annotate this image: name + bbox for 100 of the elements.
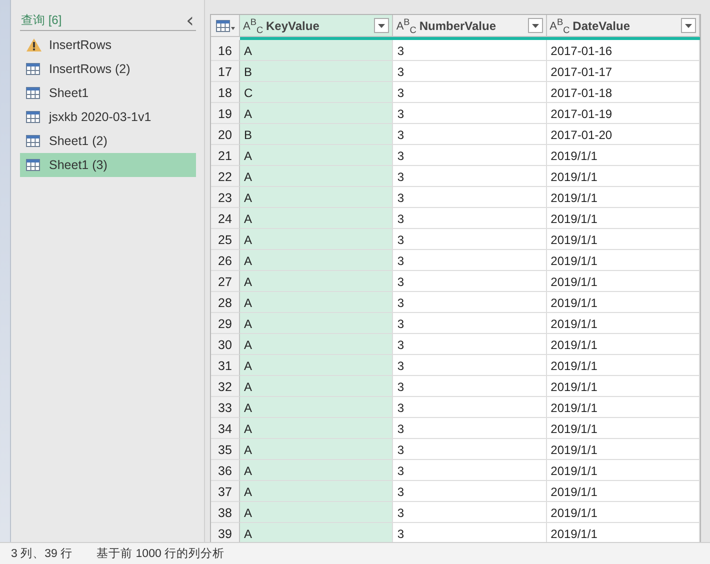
table-cell: 2019/1/1 [546, 145, 700, 166]
status-text: 基于前 1000 行的列分析 [96, 546, 225, 561]
column-header[interactable]: A$^{B}$$_{C}$ KeyValue [240, 15, 394, 37]
table-cell: A [240, 250, 394, 271]
row-number: 31 [211, 355, 240, 376]
row-number: 21 [211, 145, 240, 166]
table-cell: A [240, 355, 394, 376]
query-item[interactable]: InsertRows [20, 33, 196, 57]
table-menu-button[interactable] [211, 15, 240, 37]
filter-dropdown-button[interactable] [680, 18, 696, 33]
row-number: 36 [211, 460, 240, 481]
table-cell: 3 [393, 208, 547, 229]
table-cell: 2019/1/1 [546, 271, 700, 292]
table-cell: 3 [393, 229, 547, 250]
table-cell: 3 [393, 460, 547, 481]
query-item[interactable]: Sheet1 (2) [20, 129, 196, 153]
table-cell: 3 [393, 397, 547, 418]
table-cell: A [240, 334, 394, 355]
caret-icon [378, 24, 386, 28]
table-cell: A [240, 523, 394, 544]
status-text: 3 列、39 行 [11, 546, 73, 561]
table-cell: 2017-01-19 [546, 103, 700, 124]
table-cell: A [240, 292, 394, 313]
table-icon [26, 135, 40, 147]
table-cell: 2019/1/1 [546, 397, 700, 418]
table-cell: 3 [393, 502, 547, 523]
row-number: 33 [211, 397, 240, 418]
table-icon [26, 63, 40, 75]
row-number: 23 [211, 187, 240, 208]
table-cell: 2019/1/1 [546, 208, 700, 229]
filter-dropdown-button[interactable] [528, 18, 543, 33]
row-number: 20 [211, 124, 240, 145]
row-number: 38 [211, 502, 240, 523]
table-cell: 3 [393, 292, 547, 313]
column-name: NumberValue [419, 18, 498, 32]
table-icon [26, 159, 40, 171]
query-item[interactable]: Sheet1 (3) [20, 153, 196, 177]
row-number: 35 [211, 439, 240, 460]
table-cell: A [240, 376, 394, 397]
row-number: 28 [211, 292, 240, 313]
table-cell: 2017-01-20 [546, 124, 700, 145]
table-cell: 3 [393, 376, 547, 397]
table-cell: 2017-01-16 [546, 40, 700, 61]
table-cell: 3 [393, 481, 547, 502]
table-cell: 3 [393, 124, 547, 145]
row-number: 19 [211, 103, 240, 124]
table-cell: 3 [393, 103, 547, 124]
column-name: DateValue [572, 18, 632, 32]
collapse-button[interactable]: ‹ [184, 12, 196, 28]
row-number: 32 [211, 376, 240, 397]
table-cell: 3 [393, 82, 547, 103]
table-cell: 3 [393, 334, 547, 355]
row-number: 22 [211, 166, 240, 187]
row-number: 18 [211, 82, 240, 103]
caret-icon [684, 24, 692, 28]
table-cell: 2019/1/1 [546, 439, 700, 460]
table-cell: A [240, 418, 394, 439]
table-cell: 2019/1/1 [546, 292, 700, 313]
table-cell: 3 [393, 271, 547, 292]
table-cell: 3 [393, 313, 547, 334]
table-cell: 3 [393, 145, 547, 166]
table-cell: 2017-01-18 [546, 82, 700, 103]
table-icon [26, 111, 40, 123]
column-header[interactable]: A$^{B}$$_{C}$ NumberValue [393, 15, 547, 37]
table-cell: 2019/1/1 [546, 334, 700, 355]
table-cell: A [240, 145, 394, 166]
table-cell: A [240, 229, 394, 250]
table-cell: 2019/1/1 [546, 250, 700, 271]
row-number: 37 [211, 481, 240, 502]
row-number: 34 [211, 418, 240, 439]
table-cell: 2019/1/1 [546, 418, 700, 439]
table-cell: C [240, 82, 394, 103]
warning-icon [26, 38, 42, 52]
table-cell: B [240, 124, 394, 145]
table-cell: 2019/1/1 [546, 460, 700, 481]
table-cell: 2019/1/1 [546, 229, 700, 250]
row-number: 27 [211, 271, 240, 292]
pane-title: 查询 [6] [20, 12, 62, 28]
column-header[interactable]: A$^{B}$$_{C}$ DateValue [546, 15, 700, 37]
table-cell: A [240, 271, 394, 292]
table-cell: 2017-01-17 [546, 61, 700, 82]
caret-icon [230, 27, 234, 30]
row-number: 17 [211, 61, 240, 82]
table-cell: A [240, 313, 394, 334]
table-cell: 2019/1/1 [546, 376, 700, 397]
query-item[interactable]: Sheet1 [20, 81, 196, 105]
table-cell: A [240, 397, 394, 418]
row-number: 30 [211, 334, 240, 355]
table-icon [216, 20, 230, 32]
table-cell: 2019/1/1 [546, 502, 700, 523]
caret-icon [532, 24, 539, 28]
table-cell: A [240, 208, 394, 229]
row-number: 25 [211, 229, 240, 250]
table-cell: 3 [393, 355, 547, 376]
table-cell: A [240, 40, 394, 61]
query-item[interactable]: jsxkb 2020-03-1v1 [20, 105, 196, 129]
table-cell: 3 [393, 418, 547, 439]
query-item[interactable]: InsertRows (2) [20, 57, 196, 81]
filter-dropdown-button[interactable] [374, 18, 390, 33]
table-cell: B [240, 61, 394, 82]
